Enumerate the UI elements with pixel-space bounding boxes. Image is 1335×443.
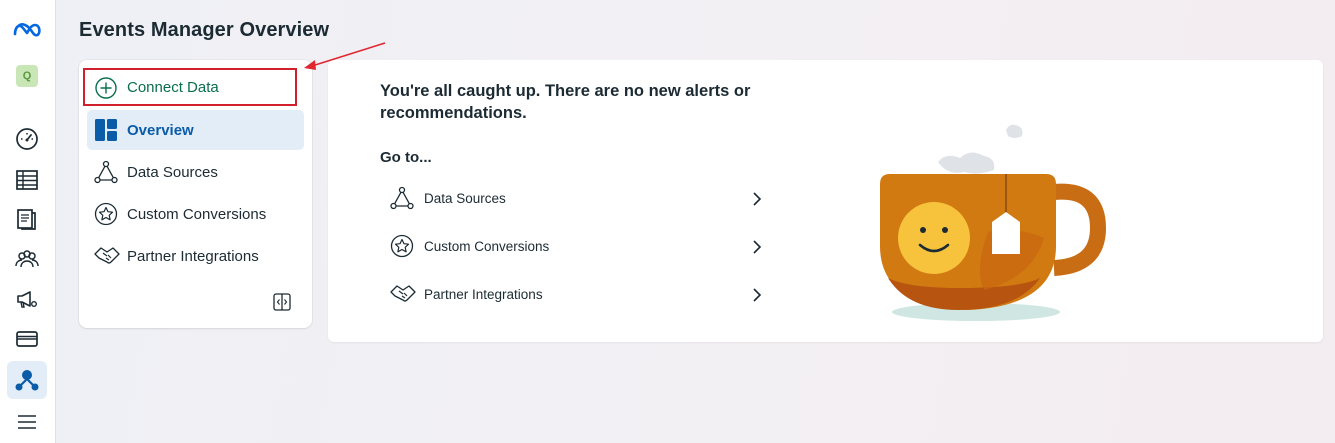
goto-link-partner-integrations[interactable]: Partner Integrations [380,275,770,315]
handshake-icon [94,247,120,264]
meta-logo-icon[interactable] [7,11,47,49]
connect-data-button[interactable]: Connect Data [83,68,297,106]
sidebar-item-overview[interactable]: Overview [87,110,304,150]
collapse-panel-icon[interactable] [273,293,291,311]
tea-cup-illustration [880,124,1107,321]
alerts-status-message: You're all caught up. There are no new a… [380,82,751,122]
goto-link-custom-conversions[interactable]: Custom Conversions [380,227,770,267]
goto-link-label: Partner Integrations [424,287,543,302]
data-sources-icon [390,186,414,210]
chevron-right-icon [753,240,762,254]
ads-megaphone-icon[interactable] [7,280,47,318]
connect-data-label: Connect Data [127,79,219,96]
audiences-icon[interactable] [7,240,47,278]
overview-main-card: You're all caught up. There are no new a… [328,60,1323,342]
sidebar-item-partner-integrations[interactable]: Partner Integrations [87,236,304,276]
events-manager-side-nav: Connect Data Overview Data Sources Custo… [79,60,312,328]
account-avatar-letter: Q [16,65,38,87]
goto-link-data-sources[interactable]: Data Sources [380,179,770,219]
chevron-right-icon [753,192,762,206]
handshake-icon [390,285,416,302]
sidebar-item-data-sources[interactable]: Data Sources [87,152,304,192]
table-icon[interactable] [7,161,47,199]
menu-icon[interactable] [7,403,47,441]
page-title: Events Manager Overview [79,19,330,41]
data-sources-icon [94,160,118,184]
sidebar-item-label: Custom Conversions [127,206,267,223]
goto-link-label: Data Sources [424,191,506,206]
plus-circle-icon [95,77,117,99]
sidebar-item-custom-conversions[interactable]: Custom Conversions [87,194,304,234]
goto-heading: Go to... [380,149,432,166]
billing-card-icon[interactable] [7,320,47,358]
goto-link-label: Custom Conversions [424,239,550,254]
pages-icon[interactable] [7,200,47,238]
overview-grid-icon [95,119,117,141]
sidebar-item-label: Partner Integrations [127,248,259,265]
dashboard-gauge-icon[interactable] [7,120,47,158]
left-rail: Q [0,0,56,443]
chevron-right-icon [753,288,762,302]
star-badge-icon [94,202,118,226]
star-badge-icon [390,234,414,258]
sidebar-item-label: Data Sources [127,164,218,181]
account-avatar[interactable]: Q [7,57,47,95]
events-manager-icon[interactable] [7,361,47,399]
sidebar-item-label: Overview [127,122,194,139]
